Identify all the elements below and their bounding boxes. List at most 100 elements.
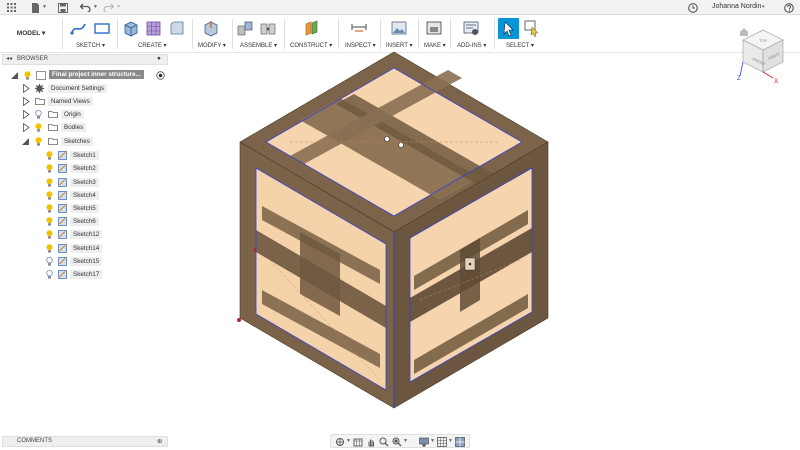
visibility-bulb-icon[interactable] <box>46 191 53 200</box>
visibility-bulb-icon[interactable] <box>46 164 53 173</box>
browser-item-named-views[interactable]: Named Views <box>8 96 158 107</box>
sketch-row[interactable]: Sketch14 <box>8 243 158 254</box>
fit-zoom-icon[interactable] <box>392 437 402 447</box>
browser-item-sketches[interactable]: Sketches <box>8 136 158 147</box>
undo-icon[interactable] <box>80 2 91 13</box>
expand-triangle-icon[interactable] <box>11 72 18 79</box>
create-sketch-icon[interactable] <box>70 19 88 37</box>
visibility-bulb-off-icon[interactable] <box>35 110 42 119</box>
make-menu[interactable]: MAKE ▾ <box>424 42 446 49</box>
visibility-bulb-icon[interactable] <box>46 244 53 253</box>
expand-triangle-icon[interactable] <box>23 110 30 119</box>
workspace-switcher[interactable]: MODEL ▾ <box>8 25 54 41</box>
visibility-bulb-icon[interactable] <box>46 230 53 239</box>
user-caret-icon[interactable]: ▾ <box>762 4 765 10</box>
activate-radio-icon[interactable] <box>156 71 165 80</box>
fillet-surface-icon[interactable] <box>168 19 186 37</box>
origin-point[interactable] <box>237 318 241 322</box>
undo-caret-icon[interactable]: ▼ <box>93 4 98 10</box>
sketch-row[interactable]: Sketch15 <box>8 256 158 267</box>
clock-icon[interactable] <box>687 2 698 13</box>
file-icon[interactable] <box>30 2 41 13</box>
select-tool-button[interactable] <box>498 18 519 39</box>
sketch-row[interactable]: Sketch4 <box>8 190 158 201</box>
browser-root-row[interactable]: Final project inner structure... <box>8 70 168 81</box>
browser-item-bodies[interactable]: Bodies <box>8 122 158 133</box>
window-select-icon[interactable] <box>523 19 541 37</box>
orbit-caret-icon[interactable]: ▼ <box>346 438 351 444</box>
visibility-bulb-icon[interactable] <box>24 71 31 80</box>
inspect-menu[interactable]: INSPECT ▾ <box>345 42 376 49</box>
insert-menu[interactable]: INSERT ▾ <box>386 42 412 49</box>
offset-plane-icon[interactable] <box>303 19 321 37</box>
measure-icon[interactable] <box>350 19 368 37</box>
create-menu[interactable]: CREATE ▾ <box>138 42 167 49</box>
form-sculpt-icon[interactable] <box>145 19 163 37</box>
sketch-row[interactable]: Sketch1 <box>8 150 158 161</box>
sketch-row[interactable]: Sketch3 <box>8 177 158 188</box>
viewports-icon[interactable] <box>455 437 465 447</box>
model-viewport[interactable] <box>232 50 562 410</box>
orbit-icon[interactable] <box>335 437 345 447</box>
insert-image-icon[interactable] <box>390 19 408 37</box>
visibility-bulb-icon[interactable] <box>46 217 53 226</box>
sketch-point[interactable] <box>398 142 404 148</box>
view-cube[interactable]: FRONT RIGHT TOP Z X <box>733 20 793 86</box>
sketch-rectangle-icon[interactable] <box>93 19 111 37</box>
zoom-caret-icon[interactable]: ▼ <box>403 438 408 444</box>
panel-settings-icon[interactable]: ● <box>157 55 161 62</box>
save-icon[interactable] <box>57 2 68 13</box>
display-settings-icon[interactable] <box>419 437 429 447</box>
browser-panel-header[interactable]: ◂◂ BROWSER ● <box>2 54 168 65</box>
pan-hand-icon[interactable] <box>366 437 376 447</box>
expand-triangle-icon[interactable] <box>23 123 30 132</box>
joint-icon[interactable] <box>259 19 277 37</box>
modify-menu[interactable]: MODIFY ▾ <box>198 42 226 49</box>
sketch-menu[interactable]: SKETCH ▾ <box>76 42 105 49</box>
3d-print-icon[interactable] <box>425 19 443 37</box>
home-view-icon[interactable] <box>740 28 748 36</box>
new-component-icon[interactable] <box>236 19 254 37</box>
visibility-bulb-icon[interactable] <box>46 204 53 213</box>
construct-menu[interactable]: CONSTRUCT ▾ <box>290 42 332 49</box>
sketch-point[interactable] <box>253 248 257 252</box>
expand-triangle-icon[interactable] <box>23 97 30 106</box>
add-comment-icon[interactable]: ⊕ <box>157 437 162 445</box>
select-menu[interactable]: SELECT ▾ <box>506 42 534 49</box>
sketch-row[interactable]: Sketch6 <box>8 216 158 227</box>
grid-snaps-icon[interactable] <box>437 437 447 447</box>
assemble-menu[interactable]: ASSEMBLE ▾ <box>240 42 277 49</box>
sketch-row[interactable]: Sketch12 <box>8 229 158 240</box>
help-icon[interactable] <box>783 2 794 13</box>
look-at-icon[interactable] <box>353 437 363 447</box>
press-pull-icon[interactable] <box>202 19 220 37</box>
comments-panel[interactable]: COMMENTS ⊕ <box>2 436 168 447</box>
extrude-icon[interactable] <box>122 19 140 37</box>
addins-menu[interactable]: ADD-INS ▾ <box>457 42 486 49</box>
user-menu[interactable]: Johanna Nordin <box>712 3 761 10</box>
visibility-bulb-icon[interactable] <box>35 137 42 146</box>
visibility-bulb-icon[interactable] <box>46 151 53 160</box>
collapse-panel-icon[interactable]: ◂◂ <box>6 55 12 62</box>
file-caret-icon[interactable]: ▼ <box>42 4 47 10</box>
visibility-bulb-icon[interactable] <box>46 178 53 187</box>
sketch-row[interactable]: Sketch2 <box>8 163 158 174</box>
grid-caret-icon[interactable]: ▼ <box>448 438 453 444</box>
visibility-bulb-icon[interactable] <box>35 123 42 132</box>
root-document-name[interactable]: Final project inner structure... <box>49 70 144 79</box>
browser-item-label: Origin <box>61 110 84 119</box>
zoom-icon[interactable] <box>379 437 389 447</box>
sketch-row[interactable]: Sketch17 <box>8 269 158 280</box>
sketch-row[interactable]: Sketch5 <box>8 203 158 214</box>
scripts-addins-icon[interactable] <box>462 19 480 37</box>
expand-triangle-icon[interactable] <box>23 84 30 93</box>
display-caret-icon[interactable]: ▼ <box>430 438 435 444</box>
browser-item-origin[interactable]: Origin <box>8 109 158 120</box>
grid-menu-icon[interactable] <box>6 2 17 13</box>
visibility-bulb-off-icon[interactable] <box>46 257 53 266</box>
sketch-point[interactable] <box>384 136 390 142</box>
collapse-triangle-icon[interactable] <box>22 138 29 145</box>
browser-item-document-settings[interactable]: Document Settings <box>8 83 158 94</box>
sketch-point[interactable] <box>468 262 472 266</box>
visibility-bulb-off-icon[interactable] <box>46 270 53 279</box>
